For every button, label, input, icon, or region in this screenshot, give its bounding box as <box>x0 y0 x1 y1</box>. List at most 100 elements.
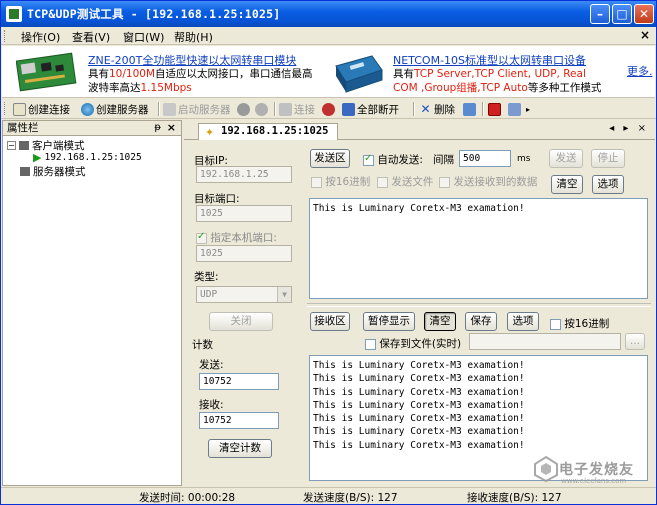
receive-area-button[interactable]: 接收区 <box>310 312 350 331</box>
disconnect-all-button[interactable]: 全部断开 <box>342 101 399 117</box>
receive-line: This is Luminary Coretx-M3 examation! <box>313 386 525 398</box>
ad1-line2: 波特率高达1.15Mbps <box>88 82 192 94</box>
create-connection-button[interactable]: 创建连接 <box>13 101 70 117</box>
create-server-button[interactable]: 创建服务器 <box>81 101 149 117</box>
mdi-close-icon[interactable]: × <box>640 28 650 42</box>
watermark-url: www.elecfans.com <box>561 477 627 485</box>
browse-button[interactable]: ... <box>625 333 645 350</box>
send-clear-button[interactable]: 清空 <box>551 175 583 194</box>
more-link[interactable]: 更多. <box>627 63 653 79</box>
menu-help[interactable]: 帮助(H) <box>174 29 213 45</box>
stop-icon-button[interactable] <box>237 101 252 117</box>
send-received-check-icon <box>439 176 450 188</box>
receive-line: This is Luminary Coretx-M3 examation! <box>313 439 525 451</box>
target-ip-field[interactable]: 192.168.1.25 <box>196 166 292 183</box>
red-stop-button[interactable] <box>488 101 503 117</box>
delete-button[interactable]: ✕ 删除 <box>419 101 455 117</box>
save-button[interactable]: 保存 <box>465 312 497 331</box>
toolbar-grip <box>4 102 7 115</box>
ethernet-module-image[interactable] <box>16 51 78 93</box>
title-bar[interactable]: TCP&UDP测试工具 - [192.168.1.25:1025] – □ ✕ <box>1 1 656 27</box>
send-file-checkbox[interactable]: 发送文件 <box>377 174 433 189</box>
auto-send-check-icon <box>363 153 374 166</box>
tree-node-server-mode[interactable]: 服务器模式 <box>20 164 86 179</box>
save-to-file-checkbox[interactable]: 保存到文件(实时) <box>365 336 461 351</box>
receive-line: This is Luminary Coretx-M3 examation! <box>313 399 525 411</box>
menu-view[interactable]: 查看(V) <box>72 29 110 45</box>
local-port-checkbox[interactable]: 指定本机端口: <box>196 230 277 245</box>
interval-field[interactable]: 500 <box>459 150 511 167</box>
panel-title: 属性栏 <box>7 122 39 134</box>
server-icon <box>20 167 30 176</box>
receive-line: This is Luminary Coretx-M3 examation! <box>313 373 525 385</box>
receive-line: This is Luminary Coretx-M3 examation! <box>313 360 525 371</box>
send-time-status: 发送时间: 00:00:28 <box>139 492 236 504</box>
tree-node-connection[interactable]: ▶ 192.168.1.25:1025 <box>33 151 142 164</box>
sent-count-field[interactable]: 10752 <box>199 373 279 390</box>
toolbar-overflow[interactable]: ▸ <box>526 101 530 117</box>
ad2-line1: 具有TCP Server,TCP Client, UDP, Real <box>393 68 586 80</box>
ad1-line1: 具有10/100M自适应以太网接口，串口通信最高 <box>88 68 313 80</box>
receive-hex-checkbox[interactable]: 按16进制 <box>550 316 609 331</box>
connections-icon-button[interactable] <box>463 101 478 117</box>
save-file-path-field[interactable] <box>469 333 621 350</box>
refresh-icon-button[interactable] <box>255 101 270 117</box>
target-port-field[interactable]: 1025 <box>196 205 292 222</box>
receive-clear-button[interactable]: 清空 <box>424 312 456 331</box>
target-port-label: 目标端口: <box>194 193 240 205</box>
local-port-field[interactable]: 1025 <box>196 245 292 262</box>
computer-icon <box>19 141 29 150</box>
recv-count-field[interactable]: 10752 <box>199 412 279 429</box>
menu-window[interactable]: 窗口(W) <box>123 29 164 45</box>
type-select[interactable]: UDP ▼ <box>196 286 292 303</box>
collapse-icon[interactable]: − <box>7 141 16 150</box>
receive-line: This is Luminary Coretx-M3 examation! <box>313 426 525 438</box>
start-server-button[interactable]: 启动服务器 <box>163 101 231 117</box>
watermark: 电子发烧友 www.elecfans.com <box>533 453 653 487</box>
receive-options-button[interactable]: 选项 <box>507 312 539 331</box>
serial-server-image[interactable] <box>332 50 384 94</box>
toolbar-separator <box>158 102 160 116</box>
stop-server-icon <box>237 102 250 116</box>
record-stop-icon <box>488 102 501 116</box>
send-button[interactable]: 发送 <box>549 149 583 168</box>
disconnect-icon-button[interactable] <box>322 101 337 117</box>
send-options-button[interactable]: 选项 <box>592 175 624 194</box>
options-icon-button[interactable] <box>508 101 523 117</box>
minimize-button[interactable]: – <box>590 4 610 24</box>
close-connection-button[interactable]: 关闭 <box>209 312 273 331</box>
new-connection-icon <box>13 102 26 116</box>
app-icon <box>6 6 22 22</box>
close-button[interactable]: ✕ <box>634 4 654 24</box>
chevron-down-icon[interactable]: ▼ <box>277 287 291 302</box>
send-hex-checkbox[interactable]: 按16进制 <box>311 174 370 189</box>
tab-navigation[interactable]: ◂ ▸ × <box>609 123 649 134</box>
connect-button[interactable]: 连接 <box>279 101 315 117</box>
app-window: TCP&UDP测试工具 - [192.168.1.25:1025] – □ ✕ … <box>0 0 657 505</box>
panel-close-icon[interactable]: × <box>167 121 176 135</box>
send-received-checkbox[interactable]: 发送接收到的数据 <box>439 174 537 189</box>
toolbar-separator <box>274 102 276 116</box>
auto-send-checkbox[interactable]: 自动发送: <box>363 152 423 167</box>
splitter[interactable] <box>307 303 651 307</box>
property-panel-header: 属性栏 ᵽ × <box>3 121 181 136</box>
send-textarea[interactable]: This is Luminary Coretx-M3 examation! <box>309 198 648 299</box>
pin-icon[interactable]: ᵽ <box>154 121 161 135</box>
clear-count-button[interactable]: 清空计数 <box>208 439 272 458</box>
maximize-button[interactable]: □ <box>612 4 632 24</box>
recv-speed-status: 接收速度(B/S): 127 <box>467 492 562 504</box>
send-area-button[interactable]: 发送区 <box>310 149 350 168</box>
ad-banner: ZNE-200T全功能型快速以太网转串口模块 具有10/100M自适应以太网接口… <box>2 46 655 98</box>
count-label: 计数 <box>192 339 213 351</box>
pause-display-button[interactable]: 暂停显示 <box>363 312 415 331</box>
watermark-text: 电子发烧友 <box>559 462 634 478</box>
settings-icon <box>508 102 521 116</box>
menu-grip <box>4 30 7 42</box>
menu-operate[interactable]: 操作(O) <box>21 29 60 45</box>
toolbar-separator <box>482 102 484 116</box>
tab-connection[interactable]: ✦ 192.168.1.25:1025 <box>198 123 338 140</box>
local-port-check-icon <box>196 231 207 244</box>
window-title: TCP&UDP测试工具 - [192.168.1.25:1025] <box>27 7 281 21</box>
stop-button[interactable]: 停止 <box>591 149 625 168</box>
receive-hex-check-icon <box>550 318 561 330</box>
